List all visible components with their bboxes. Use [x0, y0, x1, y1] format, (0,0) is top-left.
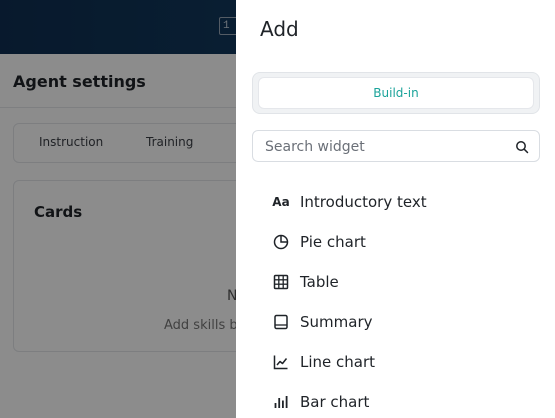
widget-label: Summary: [300, 313, 373, 331]
widget-label: Bar chart: [300, 393, 370, 411]
widget-item-summary[interactable]: Summary: [260, 304, 540, 340]
search-box: [252, 130, 540, 162]
widget-source-segment: Build-in: [252, 72, 540, 114]
widget-label: Introductory text: [300, 193, 427, 211]
bar-chart-icon: [272, 393, 290, 411]
widget-item-line-chart[interactable]: Line chart: [260, 344, 540, 380]
widget-label: Table: [300, 273, 339, 291]
table-icon: [272, 273, 290, 291]
add-widget-drawer: Add Build-in Aa Introductory text Pie ch…: [236, 0, 555, 418]
tab-build-in[interactable]: Build-in: [258, 77, 534, 109]
summary-icon: [272, 313, 290, 331]
search-input[interactable]: [265, 137, 505, 157]
pie-chart-icon: [272, 233, 290, 251]
widget-item-table[interactable]: Table: [260, 264, 540, 300]
widget-label: Pie chart: [300, 233, 366, 251]
drawer-title: Add: [260, 17, 299, 41]
line-chart-icon: [272, 353, 290, 371]
widget-item-pie-chart[interactable]: Pie chart: [260, 224, 540, 260]
widget-label: Line chart: [300, 353, 376, 371]
widget-item-introductory-text[interactable]: Aa Introductory text: [260, 184, 540, 220]
widget-item-bar-chart[interactable]: Bar chart: [260, 384, 540, 418]
text-aa-icon: Aa: [272, 195, 290, 209]
search-icon[interactable]: [515, 140, 529, 154]
